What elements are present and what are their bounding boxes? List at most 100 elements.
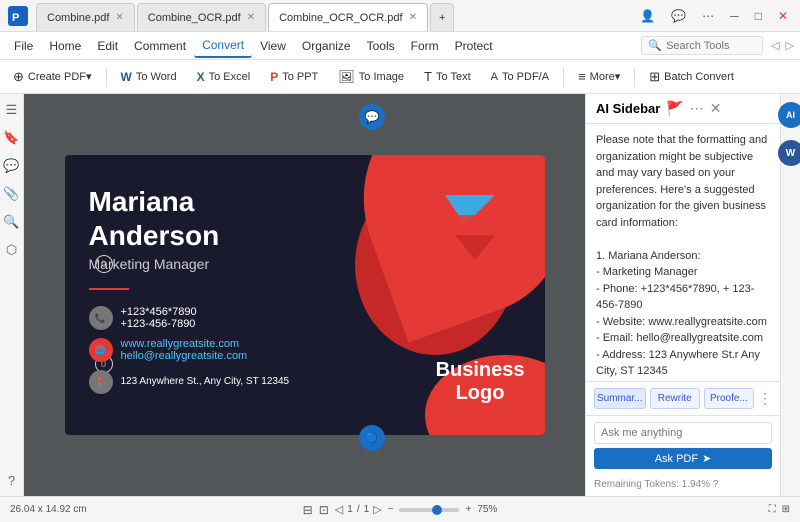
fit-width-icon[interactable]: ⊟ [303,503,313,517]
main-content: ☰ 🔖 💬 📎 🔍 ⬡ ? 💬 🔵 0 0 Mariana Anderson M… [0,94,800,496]
rewrite-btn[interactable]: Rewrite [650,388,700,409]
nav-back-icon[interactable]: ◁ [771,39,779,52]
search-input[interactable] [666,40,756,52]
close-btn[interactable]: ✕ [774,7,792,25]
menu-bar: File Home Edit Comment Convert View Orga… [0,32,800,60]
summarize-btn[interactable]: Summar... [594,388,646,409]
tab-combine-ocr-ocr-pdf[interactable]: Combine_OCR_OCR.pdf ✕ [268,3,428,31]
to-image-btn[interactable]: 🖼 To Image [329,65,413,89]
fit-screen-icon[interactable]: ⛶ [769,504,776,515]
ai-sidebar-actions: Summar... Rewrite Proofe... ⋮ [586,381,780,415]
location-icon: 📍 [89,370,113,394]
tab-close-icon[interactable]: ✕ [115,12,123,23]
text-icon: T [424,69,432,84]
tab-combine-pdf[interactable]: Combine.pdf ✕ [36,3,135,31]
separator [106,67,107,87]
menu-protect[interactable]: Protect [447,35,501,57]
title-bar: P Combine.pdf ✕ Combine_OCR.pdf ✕ Combin… [0,0,800,32]
right-mini-panel: AI W [780,94,800,496]
comment-icon[interactable]: 💬 [3,158,19,174]
card-divider [89,288,129,290]
ai-panel-icon[interactable]: AI [778,102,800,128]
ai-chat-float-btn[interactable]: 💬 [359,104,385,130]
next-page-btn[interactable]: ▷ [373,503,381,516]
page-current: 1 [347,504,353,515]
minimize-btn[interactable]: ─ [726,7,743,25]
zoom-in-btn[interactable]: + [465,504,471,515]
card-title: Marketing Manager [89,256,321,272]
menu-edit[interactable]: Edit [89,35,126,57]
attachment-icon[interactable]: 📎 [3,186,19,202]
ai-ask-input[interactable] [594,422,772,444]
zoom-out-btn[interactable]: − [388,504,394,515]
tab-combine-ocr-pdf[interactable]: Combine_OCR.pdf ✕ [137,3,266,31]
chat-icon[interactable]: 💬 [667,7,690,25]
status-left: 26.04 x 14.92 cm [10,504,270,515]
to-excel-btn[interactable]: X To Excel [188,66,260,88]
maximize-btn[interactable]: □ [751,7,766,25]
actions-more-icon[interactable]: ⋮ [758,390,772,407]
ai-more-icon[interactable]: ⋯ [690,100,704,117]
nav-forward-icon[interactable]: ▷ [786,39,794,52]
ai-input-area: Ask PDF ➤ [586,415,780,475]
ai-response-text: Please note that the formatting and orga… [596,132,770,381]
menu-tools[interactable]: Tools [359,35,403,57]
ai-flag-icon[interactable]: 🚩 [666,100,683,117]
fit-page-icon[interactable]: ⊡ [319,503,329,517]
page-sep: / [357,504,360,515]
zoom-thumb[interactable] [432,505,442,515]
profile-icon[interactable]: 👤 [636,7,659,25]
zoom-level: 75% [477,504,497,515]
prev-page-btn[interactable]: ◁ [335,503,343,516]
card-address-info: 📍 123 Anywhere St., Any City, ST 12345 [89,370,321,394]
menu-comment[interactable]: Comment [126,35,194,57]
fullscreen-icon[interactable]: ⊞ [782,504,790,515]
tab-close-icon[interactable]: ✕ [247,12,255,23]
card-phone-info: 📞 +123*456*7890 +123-456-7890 [89,306,321,330]
menu-dots-icon[interactable]: ⋯ [698,7,718,25]
help-icon[interactable]: ? [8,473,15,488]
page-total: 1 [364,504,370,515]
ask-pdf-btn[interactable]: Ask PDF ➤ [594,448,772,469]
nav-pages-icon[interactable]: ☰ [6,102,18,118]
more-icon: ≡ [578,69,586,84]
separator2 [563,67,564,87]
window-controls: 👤 💬 ⋯ ─ □ ✕ [636,7,792,25]
separator3 [634,67,635,87]
ai-tokens: Remaining Tokens: 1.94% ? [586,475,780,496]
menu-convert[interactable]: Convert [194,34,252,58]
create-pdf-btn[interactable]: ⊕ Create PDF▾ [4,65,101,89]
to-text-btn[interactable]: T To Text [415,65,480,88]
menu-view[interactable]: View [252,35,294,57]
proofread-btn[interactable]: Proofe... [704,388,754,409]
word-icon: W [121,70,132,84]
status-bar: 26.04 x 14.92 cm ⊟ ⊡ ◁ 1 / 1 ▷ − + 75% ⛶… [0,496,800,522]
new-tab-btn[interactable]: + [430,3,454,31]
to-ppt-btn[interactable]: P To PPT [261,66,327,88]
left-panel: ☰ 🔖 💬 📎 🔍 ⬡ ? [0,94,24,496]
layers-icon[interactable]: ⬡ [6,242,17,258]
zoom-slider[interactable] [399,508,459,512]
search-panel-icon[interactable]: 🔍 [3,214,19,230]
to-pdfa-btn[interactable]: A To PDF/A [482,67,558,87]
menu-file[interactable]: File [6,35,41,57]
phone-icon: 📞 [89,306,113,330]
menu-organize[interactable]: Organize [294,35,359,57]
status-right: ⛶ ⊞ [530,504,790,515]
menu-form[interactable]: Form [403,35,447,57]
bookmark-icon[interactable]: 🔖 [3,130,19,146]
card-web-info: 🌐 www.reallygreatsite.com hello@reallygr… [89,338,321,362]
page-navigation: ◁ 1 / 1 ▷ [335,503,382,516]
more-btn[interactable]: ≡ More▾ [569,65,629,88]
batch-convert-btn[interactable]: ⊞ Batch Convert [640,65,743,89]
menu-home[interactable]: Home [41,35,89,57]
ai-sidebar-header: AI Sidebar 🚩 ⋯ ✕ [586,94,780,124]
ai-sidebar: AI Sidebar 🚩 ⋯ ✕ Please note that the fo… [585,94,780,496]
brand-logo [435,195,495,268]
word-panel-icon[interactable]: W [778,140,800,166]
tab-close-icon[interactable]: ✕ [409,12,417,23]
ai-sidebar-float-btn[interactable]: 🔵 [359,425,385,451]
pdf-area: 💬 🔵 0 0 Mariana Anderson Marketing Manag… [24,94,585,496]
ai-close-icon[interactable]: ✕ [710,100,722,117]
to-word-btn[interactable]: W To Word [112,66,186,88]
